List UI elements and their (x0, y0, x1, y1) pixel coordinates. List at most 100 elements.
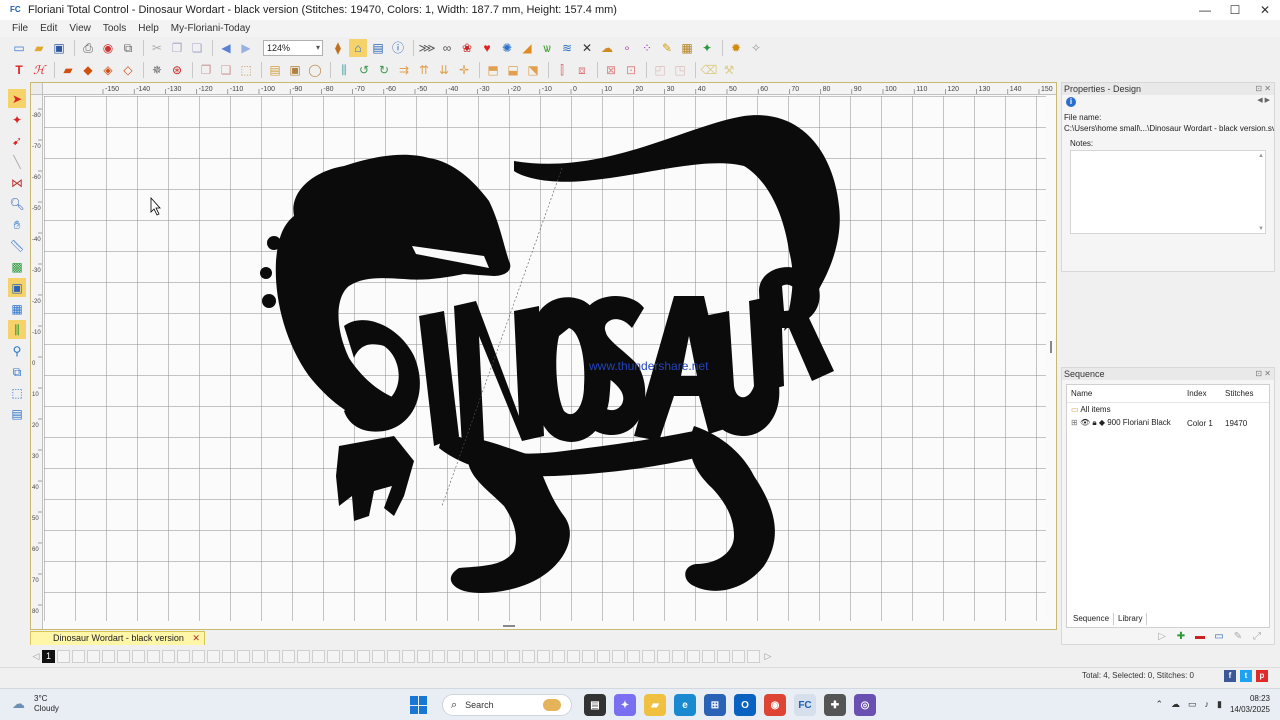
menu-view[interactable]: View (69, 23, 91, 34)
shape-satin-icon[interactable]: ◈ (99, 61, 117, 79)
monogram-icon[interactable]: ℋ (30, 61, 48, 79)
page-thumb[interactable] (507, 649, 520, 663)
puff-icon[interactable]: ☁ (598, 39, 616, 57)
taskbar-search[interactable]: ⌕ Search (442, 694, 572, 716)
page-1[interactable]: 1 (42, 649, 55, 663)
store-icon[interactable]: ⊞ (704, 694, 726, 716)
outlook-icon[interactable]: O (734, 694, 756, 716)
ungroup-icon[interactable]: ❏ (217, 61, 235, 79)
page-thumb[interactable] (372, 649, 385, 663)
page-thumb[interactable] (732, 649, 745, 663)
minimize-button[interactable]: — (1190, 0, 1220, 20)
page-thumb[interactable] (717, 649, 730, 663)
page-thumb[interactable] (147, 649, 160, 663)
print-icon[interactable]: ⎙ (79, 39, 97, 57)
page-thumb[interactable] (477, 649, 490, 663)
col-name[interactable]: Name (1067, 385, 1183, 403)
info-icon[interactable]: ⓘ (389, 39, 407, 57)
menu-help[interactable]: Help (138, 23, 159, 34)
size-down-icon[interactable]: ⬓ (504, 61, 522, 79)
tab-sequence[interactable]: Sequence (1069, 613, 1115, 625)
loop-icon[interactable]: ∞ (438, 39, 456, 57)
page-thumb[interactable] (252, 649, 265, 663)
satin-icon[interactable]: ⋙ (418, 39, 436, 57)
select-arrow-icon[interactable]: ➤ (8, 89, 26, 108)
magic-fill-icon[interactable]: ✵ (148, 61, 166, 79)
notes-textarea[interactable]: ▲ ▼ (1070, 150, 1266, 234)
page-thumb[interactable] (357, 649, 370, 663)
copilot-icon[interactable]: ✦ (614, 694, 636, 716)
page-thumb[interactable] (267, 649, 280, 663)
play-icon[interactable]: ▷ (1156, 631, 1168, 643)
shape-fill-icon[interactable]: ◆ (79, 61, 97, 79)
fabric-icon[interactable]: ⬚ (8, 383, 26, 402)
fullscreen-icon[interactable]: ⤢ (1251, 631, 1263, 643)
select-area-icon[interactable]: ⬚ (237, 61, 255, 79)
align-top-icon[interactable]: ⇈ (415, 61, 433, 79)
delete-node-icon[interactable]: ⊠ (602, 61, 620, 79)
background-image-icon[interactable]: ▩ (8, 257, 26, 276)
network-icon[interactable]: ▭ (1188, 699, 1197, 710)
page-thumb[interactable] (327, 649, 340, 663)
page-thumb[interactable] (687, 649, 700, 663)
page-thumb[interactable] (132, 649, 145, 663)
wedge-icon[interactable]: ◢ (518, 39, 536, 57)
page-thumb[interactable] (87, 649, 100, 663)
edge-icon[interactable]: e (674, 694, 696, 716)
align-left-icon[interactable]: ▤ (266, 61, 284, 79)
swirl-icon[interactable]: ✺ (498, 39, 516, 57)
page-thumb[interactable] (597, 649, 610, 663)
windows-start-icon[interactable] (410, 696, 428, 714)
page-thumb[interactable] (387, 649, 400, 663)
page-thumb[interactable] (177, 649, 190, 663)
page-thumb[interactable] (417, 649, 430, 663)
scroll-down-icon[interactable]: ▼ (1258, 226, 1264, 232)
floriani-icon[interactable]: FC (794, 694, 816, 716)
panel-pin-close[interactable]: ⊡ ✕ (1255, 83, 1271, 95)
size-up-icon[interactable]: ⬒ (484, 61, 502, 79)
waffle-icon[interactable]: ▦ (678, 39, 696, 57)
sparkle-icon[interactable]: ✧ (747, 39, 765, 57)
tools-icon[interactable]: ⚒ (720, 61, 738, 79)
send-back-icon[interactable]: ◳ (671, 61, 689, 79)
target-icon[interactable]: ⊛ (168, 61, 186, 79)
page-thumb[interactable] (747, 649, 760, 663)
col-stitches[interactable]: Stitches (1221, 385, 1269, 403)
clock[interactable]: 08:23 14/03/2025 (1230, 693, 1270, 715)
page-thumb[interactable] (282, 649, 295, 663)
add-icon[interactable]: ✚ (1175, 631, 1187, 643)
page-thumb[interactable] (72, 649, 85, 663)
page-thumb[interactable] (162, 649, 175, 663)
chain-icon[interactable]: ∘ (618, 39, 636, 57)
weld-icon[interactable]: ⧈ (573, 61, 591, 79)
thread-icon[interactable]: ⧫ (329, 39, 347, 57)
design-canvas[interactable]: -150 -140 -130 -120 -110 -100 -90 -80 -70 -60 -50-… (30, 82, 1057, 630)
page-thumb[interactable] (462, 649, 475, 663)
remove-icon[interactable]: ▬ (1194, 631, 1206, 643)
properties-icon[interactable]: ▤ (8, 404, 26, 423)
new-file-icon[interactable]: ▭ (10, 39, 28, 57)
col-index[interactable]: Index (1183, 385, 1221, 403)
page-thumb[interactable] (402, 649, 415, 663)
page-thumb[interactable] (237, 649, 250, 663)
distribute-icon[interactable]: ⇉ (395, 61, 413, 79)
zoom-icon[interactable]: 🔍︎ (8, 194, 26, 213)
onedrive-icon[interactable]: ☁ (1171, 699, 1180, 710)
cut-icon[interactable]: ✂ (148, 39, 166, 57)
paste-icon[interactable]: ❏ (188, 39, 206, 57)
break-apart-icon[interactable]: ⊡ (622, 61, 640, 79)
text-tool-icon[interactable]: T (10, 61, 28, 79)
task-view-icon[interactable]: ▤ (584, 694, 606, 716)
magic-wand-icon[interactable]: ✦ (698, 39, 716, 57)
canvas-grid[interactable]: www.thundershare.net (44, 96, 1046, 621)
close-window-button[interactable]: ✕ (1250, 0, 1280, 20)
document-tab[interactable]: Dinosaur Wordart - black version ✕ (30, 631, 205, 645)
sequence-list[interactable]: Name Index Stitches ▭ All items ⊞ 👁︎ 🔒︎ … (1066, 384, 1270, 642)
visibility-icon[interactable]: 👁︎ (1080, 418, 1090, 427)
redo-icon[interactable]: ▶ (237, 39, 255, 57)
tab-library[interactable]: Library (1114, 613, 1148, 625)
export-icon[interactable]: ⧉ (119, 39, 137, 57)
scroll-up-icon[interactable]: ▲ (1258, 153, 1264, 159)
align-bottom-icon[interactable]: ⇊ (435, 61, 453, 79)
page-thumb[interactable] (657, 649, 670, 663)
